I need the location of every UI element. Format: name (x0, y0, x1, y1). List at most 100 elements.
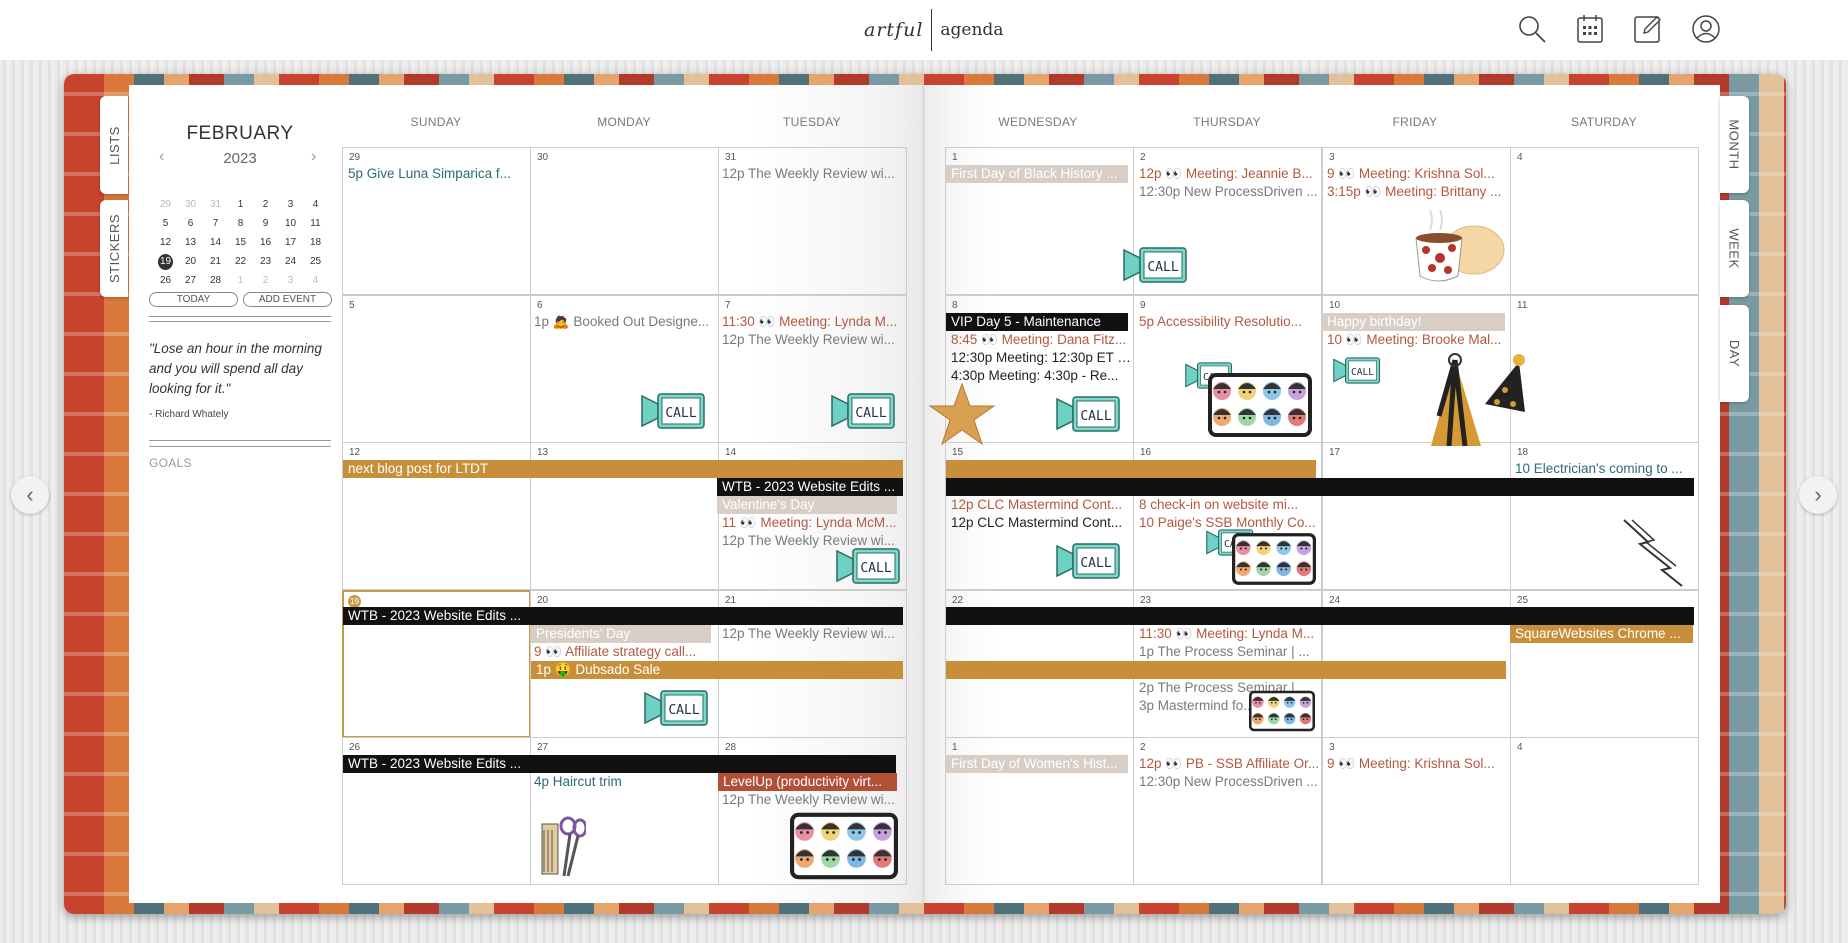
tab-lists[interactable]: LISTS (100, 96, 128, 194)
event[interactable]: 12p The Weekly Review wi... (717, 625, 903, 643)
mini-day[interactable]: 30 (178, 197, 203, 213)
mini-day[interactable]: 13 (178, 235, 203, 251)
user-icon[interactable] (1689, 12, 1723, 46)
mini-day[interactable]: 7 (203, 216, 228, 232)
tab-week[interactable]: WEEK (1720, 200, 1749, 297)
mini-day[interactable]: 26 (153, 273, 178, 289)
call-sticker[interactable]: CALL (835, 545, 902, 592)
video-call-sticker[interactable] (790, 812, 898, 885)
event-multiday-continued[interactable] (946, 460, 1316, 478)
event-holiday[interactable]: Valentine's Day (717, 496, 897, 514)
event[interactable]: 1p The Process Seminar | ... (1134, 643, 1320, 661)
event[interactable]: 12p The Weekly Review wi... (717, 165, 903, 183)
day-cell[interactable]: 4 (1510, 147, 1699, 295)
calendar-icon[interactable] (1573, 12, 1607, 46)
event[interactable]: 11 👀 Meeting: Lynda McM... (717, 514, 903, 532)
edit-icon[interactable] (1631, 12, 1665, 46)
call-sticker[interactable]: CALL (1055, 540, 1122, 587)
mini-day[interactable]: 20 (178, 254, 203, 270)
mini-day[interactable]: 3 (278, 273, 303, 289)
event[interactable]: 9 👀 Meeting: Krishna Sol... (1322, 755, 1508, 773)
event-multiday-continued[interactable] (946, 607, 1694, 625)
event[interactable]: 12p The Weekly Review wi... (717, 331, 903, 349)
mini-day[interactable]: 12 (153, 235, 178, 251)
mini-day[interactable]: 1 (228, 197, 253, 213)
event-multiday-continued[interactable] (946, 478, 1694, 496)
mini-day-today[interactable]: 19 (158, 254, 173, 270)
event-multiday[interactable]: 1p 🤑 Dubsado Sale (531, 661, 903, 679)
search-icon[interactable] (1515, 12, 1549, 46)
call-sticker[interactable]: CALL (643, 687, 710, 734)
mini-day[interactable]: 2 (253, 273, 278, 289)
event[interactable]: 4p Haircut trim (529, 773, 715, 791)
event-multiday[interactable]: SquareWebsites Chrome ... (1510, 625, 1693, 643)
add-event-button[interactable]: ADD EVENT (243, 292, 332, 307)
star-sticker[interactable] (928, 382, 996, 451)
event[interactable]: 9 👀 Affiliate strategy call... (529, 643, 715, 661)
mini-day[interactable]: 14 (203, 235, 228, 251)
mini-day[interactable]: 25 (303, 254, 328, 270)
event[interactable]: 12:30p New ProcessDriven ... (1134, 183, 1320, 201)
event[interactable]: 5p Accessibility Resolutio... (1134, 313, 1320, 331)
mini-day[interactable]: 2 (253, 197, 278, 213)
event-multiday[interactable]: WTB - 2023 Website Edits ... (717, 478, 903, 496)
event-multiday[interactable]: LevelUp (productivity virt... (718, 773, 897, 791)
mini-day[interactable]: 6 (178, 216, 203, 232)
event-birthday[interactable]: Happy birthday! (1322, 313, 1505, 331)
mini-day[interactable]: 17 (278, 235, 303, 251)
mini-day[interactable]: 27 (178, 273, 203, 289)
next-month-arrow[interactable]: › (1799, 476, 1837, 514)
scissors-comb-sticker[interactable] (540, 816, 588, 883)
mini-day[interactable]: 8 (228, 216, 253, 232)
event[interactable]: 5p Give Luna Simparica f... (343, 165, 529, 183)
mini-day[interactable]: 23 (253, 254, 278, 270)
call-sticker[interactable]: CALL (640, 390, 707, 437)
tab-month[interactable]: MONTH (1720, 96, 1749, 193)
today-button[interactable]: TODAY (149, 292, 238, 307)
day-cell[interactable]: 30 (530, 147, 719, 295)
event-multiday[interactable]: WTB - 2023 Website Edits ... (343, 755, 896, 773)
event[interactable]: 3p Mastermind fo... (1134, 697, 1264, 715)
app-logo[interactable]: artful agenda (864, 8, 1003, 52)
event[interactable]: 10 Electrician's coming to ... (1510, 460, 1696, 478)
call-sticker[interactable]: CALL (1332, 355, 1382, 391)
mini-day[interactable]: 11 (303, 216, 328, 232)
event-multiday[interactable]: next blog post for LTDT (343, 460, 903, 478)
mini-day[interactable]: 28 (203, 273, 228, 289)
event[interactable]: 12p CLC Mastermind Cont... (946, 496, 1132, 514)
day-cell[interactable]: 17 (1322, 442, 1511, 590)
event[interactable]: 11:30 👀 Meeting: Lynda M... (1134, 625, 1320, 643)
mini-day[interactable]: 21 (203, 254, 228, 270)
event-vip-day[interactable]: VIP Day 5 - Maintenance (946, 313, 1128, 331)
mini-day[interactable]: 9 (253, 216, 278, 232)
mini-day[interactable]: 22 (228, 254, 253, 270)
prev-month-arrow[interactable]: ‹ (11, 476, 49, 514)
event[interactable]: 3:15p 👀 Meeting: Brittany ... (1322, 183, 1508, 201)
event[interactable]: 12p 👀 PB - SSB Affiliate Or... (1134, 755, 1320, 773)
event[interactable]: 10 👀 Meeting: Brooke Mal... (1322, 331, 1508, 349)
event[interactable]: 12p 👀 Meeting: Jeannie B... (1134, 165, 1320, 183)
mini-day[interactable]: 31 (203, 197, 228, 213)
video-call-sticker[interactable] (1249, 690, 1315, 737)
mini-day[interactable]: 24 (278, 254, 303, 270)
tab-stickers[interactable]: STICKERS (100, 200, 128, 297)
party-hat-sticker[interactable] (1425, 352, 1535, 457)
call-sticker[interactable]: CALL (1055, 393, 1122, 440)
mini-day[interactable]: 1 (228, 273, 253, 289)
event[interactable]: 8:45 👀 Meeting: Dana Fitz... (946, 331, 1132, 349)
mini-next-icon[interactable]: › (311, 148, 316, 166)
call-sticker[interactable]: CALL (1122, 244, 1189, 291)
event[interactable]: 11:30 👀 Meeting: Lynda M... (717, 313, 903, 331)
mini-day[interactable]: 15 (228, 235, 253, 251)
event-holiday[interactable]: First Day of Black History ... (946, 165, 1128, 183)
day-cell[interactable]: 4 (1510, 737, 1699, 885)
event-multiday-continued[interactable] (946, 661, 1506, 679)
event[interactable]: 9 👀 Meeting: Krishna Sol... (1322, 165, 1508, 183)
video-call-sticker[interactable] (1208, 373, 1312, 442)
event[interactable]: 12p The Weekly Review wi... (717, 791, 903, 809)
event[interactable]: 12p CLC Mastermind Cont... (946, 514, 1132, 532)
goals-heading[interactable]: GOALS (149, 456, 192, 470)
video-call-sticker[interactable] (1232, 533, 1316, 590)
mini-day[interactable]: 10 (278, 216, 303, 232)
mini-day[interactable]: 3 (278, 197, 303, 213)
